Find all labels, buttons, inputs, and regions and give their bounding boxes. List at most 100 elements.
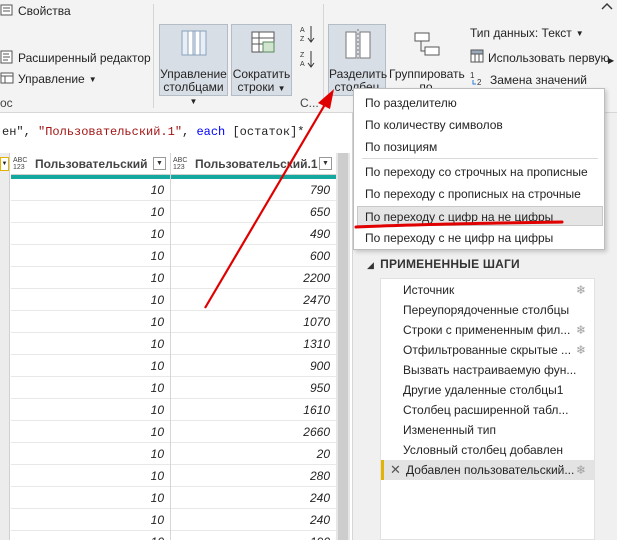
table-cell[interactable]: 490 [171, 223, 336, 245]
table-cell[interactable]: 240 [171, 487, 336, 509]
table-cell[interactable]: 10 [11, 465, 170, 487]
manage-columns-button[interactable]: Управление столбцами ▼ [159, 24, 228, 106]
column-filter-dropdown[interactable]: ▼ [0, 157, 9, 171]
table-cell[interactable]: 900 [171, 355, 336, 377]
split-menu-item[interactable]: По переходу со строчных на прописные [354, 162, 604, 182]
applied-steps-list: Источник ❄ Переупорядоченные столбцы Строки… [380, 278, 595, 540]
type-line: 123 [13, 163, 25, 171]
split-menu-item[interactable]: По разделителю [354, 93, 604, 113]
vertical-scrollbar[interactable] [336, 153, 350, 540]
table-cell[interactable]: 10 [11, 377, 170, 399]
table-cell[interactable]: 10 [11, 355, 170, 377]
table-cell[interactable]: 1610 [171, 399, 336, 421]
use-first-row-button[interactable]: Использовать первую [470, 49, 610, 66]
table-cell[interactable]: 10 [11, 223, 170, 245]
reduce-rows-button[interactable]: Сократить строки ▼ [231, 24, 292, 96]
table-cell[interactable]: 10 [11, 333, 170, 355]
column-header[interactable]: ABC 123 Пользовательский.1 ▼ [171, 153, 336, 175]
table-cell[interactable]: 10 [11, 443, 170, 465]
table-cell[interactable]: 10 [11, 201, 170, 223]
group-by-button[interactable]: Группировать по [388, 24, 465, 96]
table-cell[interactable]: 10 [11, 531, 170, 540]
table-cell[interactable]: 280 [171, 465, 336, 487]
table-cell[interactable]: 10 [11, 311, 170, 333]
sort-ascending-button[interactable]: AZ [300, 24, 316, 47]
gear-icon[interactable]: ❄ [576, 340, 586, 360]
replace-values-button[interactable]: 12 Замена значений [470, 70, 587, 89]
formula-bar[interactable]: ен", "Пользовательский.1", each [остаток… [0, 121, 360, 143]
split-column-icon [343, 29, 373, 64]
applied-step[interactable]: Столбец расширенной табл... [381, 400, 594, 420]
split-menu-item[interactable]: По позициям [354, 137, 604, 157]
gear-icon[interactable]: ❄ [576, 320, 586, 340]
applied-step[interactable]: Переупорядоченные столбцы [381, 300, 594, 320]
column-filter-dropdown[interactable]: ▼ [319, 157, 332, 170]
type-icon[interactable]: ABC 123 [13, 157, 31, 171]
ribbon-scroll-right-button[interactable]: ▶ [608, 56, 614, 65]
split-menu-item[interactable]: По количеству символов [354, 115, 604, 135]
applied-steps-title: ПРИМЕНЕННЫЕ ШАГИ [380, 257, 520, 271]
applied-step[interactable]: Отфильтрованные скрытые ... ❄ [381, 340, 594, 360]
sort-descending-button[interactable]: ZA [300, 49, 316, 72]
table-cell[interactable]: 2200 [171, 267, 336, 289]
formula-part: , [182, 125, 197, 139]
applied-step[interactable]: Измененный тип [381, 420, 594, 440]
table-cell[interactable]: 10 [11, 289, 170, 311]
applied-step[interactable]: Вызвать настраиваемую фун... [381, 360, 594, 380]
manage-button[interactable]: Управление ▼ [0, 70, 97, 88]
table-cell[interactable]: 10 [11, 487, 170, 509]
table-cell[interactable]: 10 [11, 509, 170, 531]
split-column-button[interactable]: Разделить столбец ▼ [328, 24, 387, 106]
table-cell[interactable]: 790 [171, 179, 336, 201]
table-cell[interactable]: 10 [11, 267, 170, 289]
applied-step-label: Вызвать настраиваемую фун... [403, 363, 577, 377]
properties-button[interactable]: Свойства [0, 2, 71, 20]
table-cell[interactable]: 10 [11, 421, 170, 443]
ribbon-collapse-button[interactable] [600, 0, 614, 14]
table-cell[interactable]: 190 [171, 531, 336, 540]
gear-icon[interactable]: ❄ [576, 460, 586, 480]
data-type-dropdown[interactable]: Тип данных: Текст ▼ [470, 26, 584, 40]
applied-steps-header[interactable]: ◢ ПРИМЕНЕННЫЕ ШАГИ [367, 257, 520, 271]
type-line: 123 [173, 163, 185, 171]
data-grid[interactable]: ▼ ABC 123 Пользовательский ▼ ABC 123 Пол… [0, 153, 340, 540]
table-cell[interactable]: 20 [171, 443, 336, 465]
table-cell[interactable]: 2470 [171, 289, 336, 311]
sort-descending-icon: ZA [300, 49, 316, 72]
table-cell[interactable]: 1310 [171, 333, 336, 355]
table-cell[interactable]: 10 [11, 399, 170, 421]
type-icon[interactable]: ABC 123 [173, 157, 191, 171]
table-cell[interactable]: 10 [11, 179, 170, 201]
split-menu-item[interactable]: По переходу с прописных на строчные [354, 184, 604, 204]
column-filter-dropdown[interactable]: ▼ [153, 157, 166, 170]
applied-step[interactable]: Строки с примененным фил... ❄ [381, 320, 594, 340]
chevron-down-icon: ▼ [277, 84, 286, 93]
applied-step[interactable]: Условный столбец добавлен [381, 440, 594, 460]
table-cell[interactable]: 650 [171, 201, 336, 223]
menu-separator [362, 158, 598, 159]
column-header[interactable]: ABC 123 Пользовательский ▼ [11, 153, 170, 175]
table-cell[interactable]: 950 [171, 377, 336, 399]
split-menu-item[interactable]: По переходу с цифр на не цифры [357, 206, 603, 226]
delete-step-icon[interactable]: ✕ [390, 460, 401, 480]
applied-step[interactable]: Источник ❄ [381, 280, 594, 300]
chevron-right-icon: ▶ [608, 56, 615, 65]
chevron-down-icon: ▼ [189, 97, 198, 106]
table-cell[interactable]: 600 [171, 245, 336, 267]
data-type-label: Тип данных: Текст [470, 26, 572, 40]
table-cell[interactable]: 240 [171, 509, 336, 531]
manage-columns-line2: столбцами [163, 80, 224, 94]
column-header-label: Пользовательский.1 [195, 156, 318, 171]
manage-icon [0, 71, 14, 88]
applied-step[interactable]: Другие удаленные столбцы1 [381, 380, 594, 400]
table-cell[interactable]: 10 [11, 245, 170, 267]
table-cell[interactable]: 1070 [171, 311, 336, 333]
gear-icon[interactable]: ❄ [576, 280, 586, 300]
table-cell[interactable]: 2660 [171, 421, 336, 443]
split-menu-item[interactable]: По переходу с не цифр на цифры [354, 228, 604, 248]
chevron-up-icon [600, 0, 614, 14]
svg-text:A: A [300, 27, 305, 34]
applied-step[interactable]: ✕ Добавлен пользовательский... ❄ [381, 460, 594, 480]
advanced-editor-button[interactable]: Расширенный редактор [0, 49, 151, 67]
scrollbar-thumb[interactable] [338, 153, 348, 540]
